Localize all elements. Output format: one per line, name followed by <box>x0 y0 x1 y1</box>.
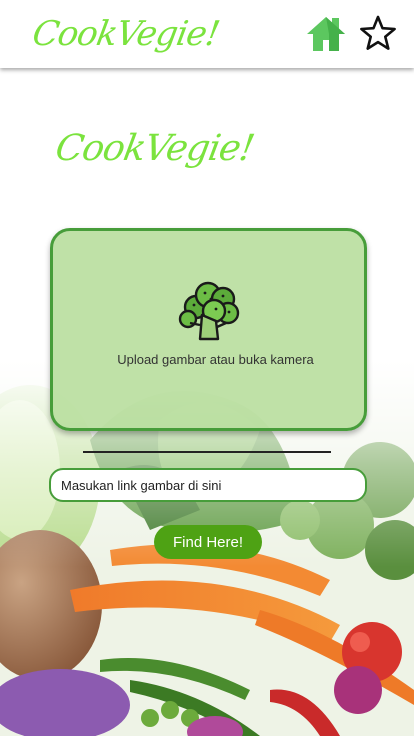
find-button[interactable]: Find Here! <box>154 525 262 559</box>
upload-image-card[interactable]: Upload gambar atau buka kamera <box>50 228 367 431</box>
header-logo[interactable]: CookVegie! <box>29 12 222 56</box>
main-logo: CookVegie! <box>52 128 257 169</box>
star-outline-icon[interactable] <box>358 14 398 54</box>
home-icon[interactable] <box>306 16 346 52</box>
image-link-input[interactable] <box>49 468 367 502</box>
broccoli-icon <box>178 281 240 341</box>
upload-label: Upload gambar atau buka kamera <box>117 352 314 367</box>
divider <box>83 451 331 453</box>
app-header: CookVegie! <box>0 0 414 68</box>
